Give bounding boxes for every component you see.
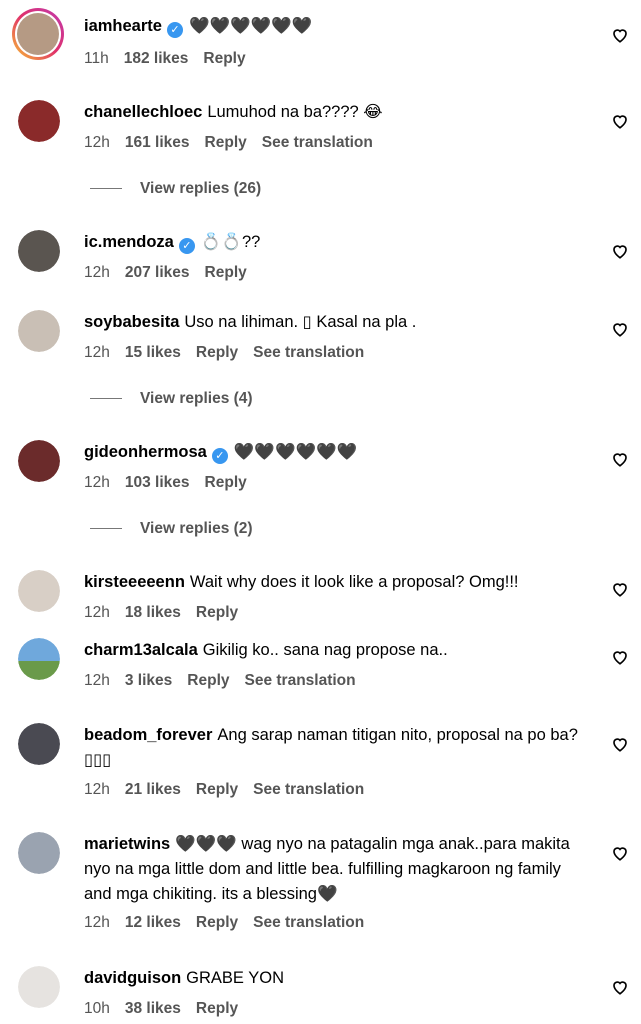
avatar[interactable] bbox=[18, 440, 60, 482]
username[interactable]: marietwins bbox=[84, 835, 170, 853]
comment-text: Wait why does it look like a proposal? O… bbox=[189, 573, 519, 591]
view-replies-button[interactable]: View replies (26) bbox=[90, 180, 261, 198]
comment-meta: 12h 21 likes Reply See translation bbox=[84, 781, 379, 799]
avatar[interactable] bbox=[18, 230, 60, 272]
like-heart-icon[interactable] bbox=[611, 26, 629, 44]
see-translation-link[interactable]: See translation bbox=[245, 672, 356, 689]
username[interactable]: davidguison bbox=[84, 969, 181, 987]
timestamp: 12h bbox=[84, 781, 110, 798]
see-translation-link[interactable]: See translation bbox=[253, 914, 364, 931]
avatar[interactable] bbox=[18, 638, 60, 680]
like-heart-icon[interactable] bbox=[611, 735, 629, 753]
divider bbox=[90, 528, 122, 530]
reply-button[interactable]: Reply bbox=[203, 50, 245, 67]
timestamp: 12h bbox=[84, 264, 110, 281]
comment-text: 🖤🖤🖤🖤🖤🖤 bbox=[188, 17, 313, 35]
comment-text: Gikilig ko.. sana nag propose na.. bbox=[202, 641, 448, 659]
comment-meta: 10h 38 likes Reply bbox=[84, 1000, 253, 1018]
avatar[interactable] bbox=[18, 100, 60, 142]
avatar[interactable] bbox=[18, 966, 60, 1008]
timestamp: 12h bbox=[84, 474, 110, 491]
comment-meta: 12h 103 likes Reply bbox=[84, 474, 262, 492]
avatar[interactable] bbox=[18, 570, 60, 612]
likes-count[interactable]: 207 likes bbox=[125, 264, 190, 281]
timestamp: 12h bbox=[84, 914, 110, 931]
timestamp: 11h bbox=[84, 50, 109, 67]
comment-meta: 11h 182 likes Reply bbox=[84, 50, 261, 68]
like-heart-icon[interactable] bbox=[611, 978, 629, 996]
username[interactable]: iamhearte bbox=[84, 17, 162, 35]
reply-button[interactable]: Reply bbox=[205, 474, 247, 491]
timestamp: 12h bbox=[84, 672, 110, 689]
likes-count[interactable]: 38 likes bbox=[125, 1000, 181, 1017]
view-replies-button[interactable]: View replies (2) bbox=[90, 520, 253, 538]
reply-button[interactable]: Reply bbox=[196, 914, 238, 931]
avatar[interactable] bbox=[18, 723, 60, 765]
likes-count[interactable]: 18 likes bbox=[125, 604, 181, 621]
likes-count[interactable]: 182 likes bbox=[124, 50, 189, 67]
avatar[interactable] bbox=[18, 832, 60, 874]
like-heart-icon[interactable] bbox=[611, 844, 629, 862]
verified-badge-icon: ✓ bbox=[178, 238, 195, 254]
likes-count[interactable]: 12 likes bbox=[125, 914, 181, 931]
comment-text: 💍💍?? bbox=[200, 233, 261, 251]
comment-meta: 12h 207 likes Reply bbox=[84, 264, 262, 282]
username[interactable]: ic.mendoza bbox=[84, 233, 174, 251]
comment-text: Lumuhod na ba???? 😂 bbox=[207, 103, 383, 121]
divider bbox=[90, 398, 122, 400]
username[interactable]: chanellechloec bbox=[84, 103, 202, 121]
username[interactable]: charm13alcala bbox=[84, 641, 198, 659]
avatar[interactable] bbox=[12, 8, 64, 60]
reply-button[interactable]: Reply bbox=[196, 344, 238, 361]
reply-button[interactable]: Reply bbox=[196, 604, 238, 621]
like-heart-icon[interactable] bbox=[611, 320, 629, 338]
timestamp: 12h bbox=[84, 604, 110, 621]
comment-meta: 12h 161 likes Reply See translation bbox=[84, 134, 388, 152]
verified-badge-icon: ✓ bbox=[211, 448, 228, 464]
likes-count[interactable]: 103 likes bbox=[125, 474, 190, 491]
username[interactable]: gideonhermosa bbox=[84, 443, 207, 461]
timestamp: 12h bbox=[84, 134, 110, 151]
comment-meta: 12h 3 likes Reply See translation bbox=[84, 672, 371, 690]
avatar[interactable] bbox=[18, 310, 60, 352]
see-translation-link[interactable]: See translation bbox=[262, 134, 373, 151]
reply-button[interactable]: Reply bbox=[196, 781, 238, 798]
divider bbox=[90, 188, 122, 190]
reply-button[interactable]: Reply bbox=[205, 264, 247, 281]
likes-count[interactable]: 21 likes bbox=[125, 781, 181, 798]
reply-button[interactable]: Reply bbox=[205, 134, 247, 151]
view-replies-button[interactable]: View replies (4) bbox=[90, 390, 253, 408]
likes-count[interactable]: 15 likes bbox=[125, 344, 181, 361]
like-heart-icon[interactable] bbox=[611, 648, 629, 666]
like-heart-icon[interactable] bbox=[611, 112, 629, 130]
timestamp: 12h bbox=[84, 344, 110, 361]
username[interactable]: soybabesita bbox=[84, 313, 179, 331]
verified-badge-icon: ✓ bbox=[166, 22, 183, 38]
comment-meta: 12h 12 likes Reply See translation bbox=[84, 914, 379, 932]
reply-button[interactable]: Reply bbox=[187, 672, 229, 689]
like-heart-icon[interactable] bbox=[611, 580, 629, 598]
timestamp: 10h bbox=[84, 1000, 110, 1017]
username[interactable]: beadom_forever bbox=[84, 726, 212, 744]
username[interactable]: kirsteeeeenn bbox=[84, 573, 185, 591]
likes-count[interactable]: 3 likes bbox=[125, 672, 172, 689]
comment-text: GRABE YON bbox=[186, 969, 284, 987]
likes-count[interactable]: 161 likes bbox=[125, 134, 190, 151]
comment-meta: 12h 15 likes Reply See translation bbox=[84, 344, 379, 362]
comment-meta: 12h 18 likes Reply bbox=[84, 604, 253, 622]
see-translation-link[interactable]: See translation bbox=[253, 344, 364, 361]
like-heart-icon[interactable] bbox=[611, 242, 629, 260]
reply-button[interactable]: Reply bbox=[196, 1000, 238, 1017]
like-heart-icon[interactable] bbox=[611, 450, 629, 468]
comment-text: Uso na lihiman. ▯ Kasal na pla . bbox=[184, 313, 417, 331]
comment-text: 🖤🖤🖤🖤🖤🖤 bbox=[233, 443, 358, 461]
see-translation-link[interactable]: See translation bbox=[253, 781, 364, 798]
